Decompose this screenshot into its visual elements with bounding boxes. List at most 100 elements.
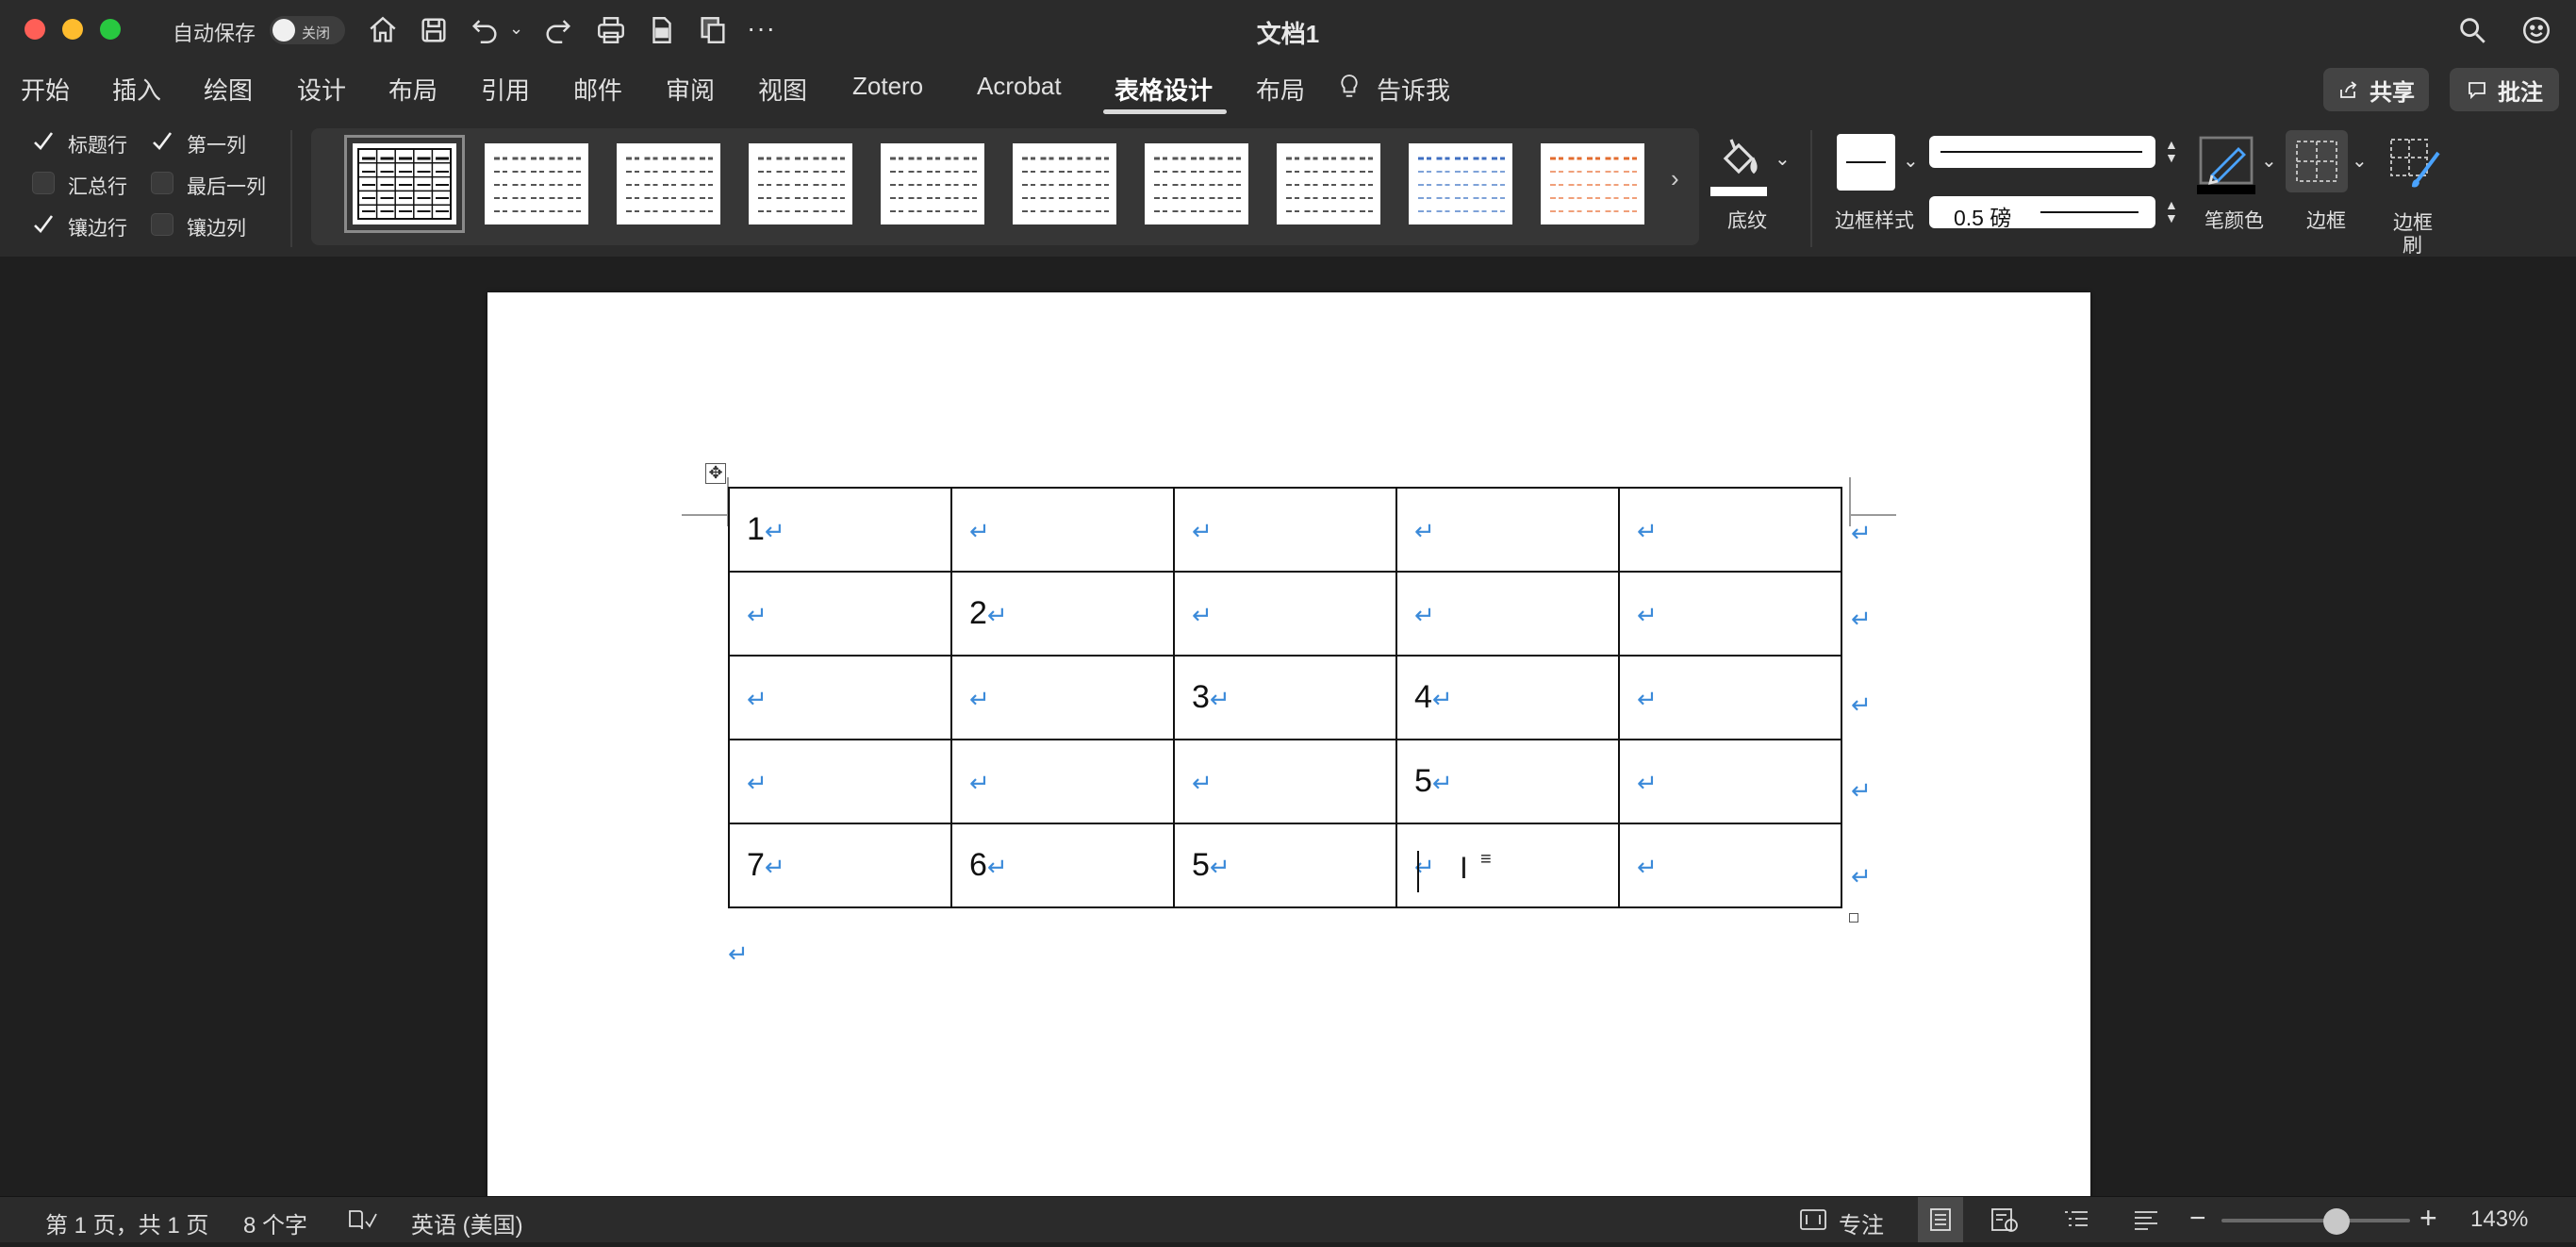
table-cell[interactable]: ↵ (1395, 571, 1620, 657)
language-indicator[interactable]: 英语 (美国) (411, 1206, 523, 1239)
table-style-thumbnail[interactable] (485, 143, 588, 224)
table-cell[interactable]: ↵ (1173, 739, 1397, 824)
table-row[interactable]: ↵ ↵ 3↵ 4↵ ↵ (728, 655, 1842, 740)
tab-design[interactable]: 设计 (297, 72, 346, 107)
shading-button[interactable]: ⌄ 底纹 (1705, 128, 1791, 245)
banded-rows-checkbox[interactable] (32, 213, 55, 236)
table-cell[interactable]: ↵ (1618, 487, 1842, 573)
focus-icon[interactable] (1799, 1208, 1827, 1231)
close-window-button[interactable] (25, 19, 45, 40)
banded-columns-checkbox[interactable] (151, 213, 173, 236)
tab-table-layout[interactable]: 布局 (1256, 72, 1305, 107)
table-cell[interactable]: ↵ (1395, 823, 1620, 908)
shading-dropdown-chevron-icon[interactable]: ⌄ (1775, 147, 1791, 171)
table-cell[interactable]: ↵ (950, 739, 1175, 824)
proofing-book-icon[interactable] (347, 1206, 379, 1233)
line-style-select[interactable] (1929, 136, 2155, 168)
draft-view-icon[interactable] (2131, 1206, 2161, 1235)
last-column-checkbox[interactable] (151, 172, 173, 194)
pen-color-dropdown-chevron-icon[interactable]: ⌄ (2261, 149, 2277, 173)
table-cell[interactable]: 5↵ (1173, 823, 1397, 908)
table-row[interactable]: 7↵ 6↵ 5↵ ↵ ↵ (728, 823, 1842, 908)
table-cell[interactable]: ↵ (728, 739, 952, 824)
table-cell[interactable]: 2↵ (950, 571, 1175, 657)
focus-mode-button[interactable]: 专注 (1839, 1206, 1884, 1239)
table-style-thumbnail[interactable] (344, 135, 465, 233)
document-canvas[interactable]: ✥ 1↵ ↵ ↵ ↵ ↵ ↵ 2↵ ↵ ↵ ↵ ↵ ↵ 3↵ 4↵ ↵ ↵ ↵ ↵ 5↵ ↵ 7↵ 6↵ 5↵ ↵ ↵ ↵ ↵ ↵ ↵… (0, 257, 2576, 1217)
tab-review[interactable]: 审阅 (666, 72, 715, 107)
table-cell[interactable]: ↵ (1173, 571, 1397, 657)
redo-icon[interactable] (537, 9, 579, 51)
undo-icon[interactable] (464, 9, 505, 51)
header-row-checkbox[interactable] (32, 130, 55, 153)
tell-me-search[interactable]: 告诉我 (1377, 72, 1450, 107)
page-count[interactable]: 第 1 页，共 1 页 (45, 1206, 208, 1239)
line-style-stepper[interactable]: ▲ ▼ (2165, 138, 2178, 164)
border-styles-button[interactable]: ⌄ 边框样式 (1835, 130, 1925, 243)
tab-layout[interactable]: 布局 (388, 72, 438, 107)
save-icon[interactable] (413, 9, 454, 51)
first-column-checkbox[interactable] (151, 130, 173, 153)
table-row[interactable]: ↵ 2↵ ↵ ↵ ↵ (728, 571, 1842, 657)
gallery-next-chevron-icon[interactable]: › (1671, 164, 1679, 193)
more-options-icon[interactable]: ··· (747, 13, 776, 43)
tab-zotero[interactable]: Zotero (852, 72, 923, 101)
total-row-checkbox[interactable] (32, 172, 55, 194)
table-cell[interactable]: ↵ (1618, 655, 1842, 740)
tab-view[interactable]: 视图 (758, 72, 807, 107)
table-style-thumbnail[interactable] (1013, 143, 1116, 224)
table-style-thumbnail[interactable] (1277, 143, 1380, 224)
table-cell[interactable]: ↵ (1618, 823, 1842, 908)
print-icon[interactable] (590, 9, 632, 51)
table-cell[interactable]: ↵ (1618, 739, 1842, 824)
tab-home[interactable]: 开始 (21, 72, 70, 107)
zoom-level[interactable]: 143% (2470, 1206, 2528, 1233)
table-style-thumbnail[interactable] (881, 143, 984, 224)
word-count[interactable]: 8 个字 (243, 1206, 307, 1239)
file-icon[interactable] (641, 9, 683, 51)
table-cell[interactable]: ↵ (1173, 487, 1397, 573)
table-cell[interactable]: ↵ (1618, 571, 1842, 657)
feedback-smiley-icon[interactable] (2516, 9, 2557, 51)
table-move-handle-icon[interactable]: ✥ (705, 463, 726, 484)
table-cell[interactable]: 3↵ (1173, 655, 1397, 740)
autosave-toggle[interactable]: 关闭 (270, 16, 345, 44)
undo-dropdown-chevron-icon[interactable]: ⌄ (509, 19, 523, 39)
zoom-out-button[interactable]: − (2189, 1203, 2206, 1235)
table-row[interactable]: 1↵ ↵ ↵ ↵ ↵ (728, 487, 1842, 573)
borders-button[interactable]: ⌄ 边框 (2286, 126, 2368, 243)
table-style-thumbnail[interactable] (749, 143, 852, 224)
table-cell[interactable]: ↵ (950, 655, 1175, 740)
tab-references[interactable]: 引用 (481, 72, 530, 107)
table-cell[interactable]: ↵ (950, 487, 1175, 573)
table-cell[interactable]: 7↵ (728, 823, 952, 908)
table-cell[interactable]: 5↵ (1395, 739, 1620, 824)
line-weight-select[interactable]: 0.5 磅 (1929, 196, 2155, 230)
copy-format-icon[interactable] (692, 9, 734, 51)
share-button[interactable]: 共享 (2323, 68, 2429, 111)
border-painter-button[interactable]: 边框 刷 (2382, 130, 2448, 257)
table-cell[interactable]: ↵ (728, 571, 952, 657)
pen-color-button[interactable]: ⌄ 笔颜色 (2197, 130, 2277, 243)
table-cell[interactable]: ↵ (1395, 487, 1620, 573)
table-cell[interactable]: 4↵ (1395, 655, 1620, 740)
zoom-in-button[interactable]: + (2419, 1201, 2437, 1236)
table-style-thumbnail[interactable] (1145, 143, 1248, 224)
home-icon[interactable] (362, 9, 404, 51)
document-table[interactable]: 1↵ ↵ ↵ ↵ ↵ ↵ 2↵ ↵ ↵ ↵ ↵ ↵ 3↵ 4↵ ↵ ↵ ↵ ↵ 5↵ ↵ 7↵ 6↵ 5↵ ↵ ↵ (728, 487, 1842, 908)
tab-draw[interactable]: 绘图 (204, 72, 253, 107)
tab-table-design[interactable]: 表格设计 (1115, 72, 1213, 107)
tab-acrobat[interactable]: Acrobat (977, 72, 1062, 101)
table-resize-handle[interactable] (1849, 913, 1858, 923)
tab-insert[interactable]: 插入 (112, 72, 161, 107)
tab-mailings[interactable]: 邮件 (573, 72, 622, 107)
table-row[interactable]: ↵ ↵ ↵ 5↵ ↵ (728, 739, 1842, 824)
print-layout-view-button[interactable] (1918, 1197, 1963, 1242)
comments-button[interactable]: 批注 (2450, 68, 2559, 111)
table-cell[interactable]: 6↵ (950, 823, 1175, 908)
zoom-window-button[interactable] (100, 19, 121, 40)
borders-dropdown-chevron-icon[interactable]: ⌄ (2352, 149, 2368, 173)
table-style-thumbnail[interactable] (1541, 143, 1644, 224)
minimize-window-button[interactable] (62, 19, 83, 40)
search-icon[interactable] (2452, 9, 2493, 51)
